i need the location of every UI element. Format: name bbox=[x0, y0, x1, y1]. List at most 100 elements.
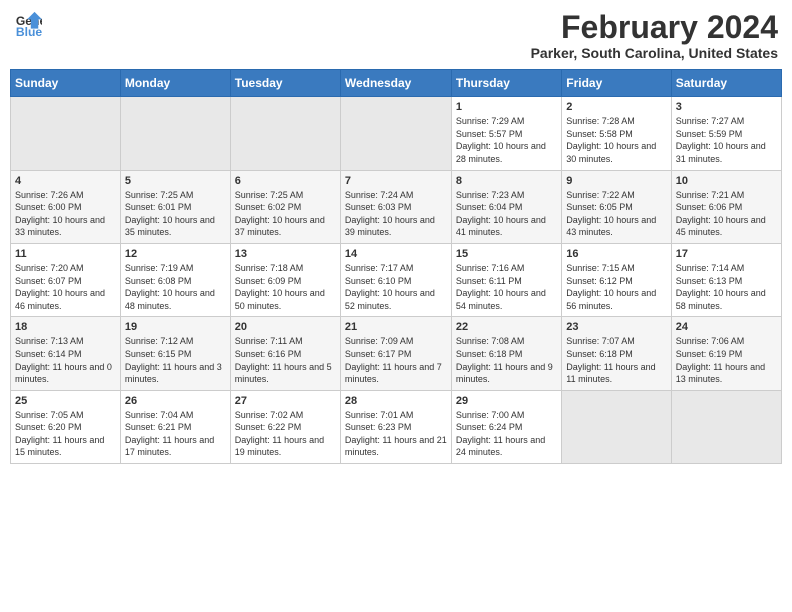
day-number: 25 bbox=[15, 395, 116, 407]
day-info: Sunrise: 7:16 AMSunset: 6:11 PMDaylight:… bbox=[456, 262, 557, 312]
calendar-cell bbox=[671, 390, 781, 463]
weekday-header-saturday: Saturday bbox=[671, 70, 781, 97]
calendar-week-row: 18 Sunrise: 7:13 AMSunset: 6:14 PMDayligh… bbox=[11, 317, 782, 390]
day-info: Sunrise: 7:06 AMSunset: 6:19 PMDaylight:… bbox=[676, 335, 777, 385]
calendar-cell: 4 Sunrise: 7:26 AMSunset: 6:00 PMDaylight… bbox=[11, 170, 121, 243]
calendar-cell: 29 Sunrise: 7:00 AMSunset: 6:24 PMDayligh… bbox=[451, 390, 561, 463]
day-number: 27 bbox=[235, 395, 336, 407]
weekday-header-tuesday: Tuesday bbox=[230, 70, 340, 97]
day-number: 10 bbox=[676, 175, 777, 187]
day-info: Sunrise: 7:01 AMSunset: 6:23 PMDaylight:… bbox=[345, 409, 447, 459]
calendar-cell: 27 Sunrise: 7:02 AMSunset: 6:22 PMDayligh… bbox=[230, 390, 340, 463]
day-number: 29 bbox=[456, 395, 557, 407]
calendar-cell: 22 Sunrise: 7:08 AMSunset: 6:18 PMDayligh… bbox=[451, 317, 561, 390]
day-number: 2 bbox=[566, 101, 666, 113]
day-number: 28 bbox=[345, 395, 447, 407]
weekday-header-row: SundayMondayTuesdayWednesdayThursdayFrid… bbox=[11, 70, 782, 97]
weekday-header-monday: Monday bbox=[120, 70, 230, 97]
day-number: 18 bbox=[15, 321, 116, 333]
weekday-header-wednesday: Wednesday bbox=[340, 70, 451, 97]
day-info: Sunrise: 7:02 AMSunset: 6:22 PMDaylight:… bbox=[235, 409, 336, 459]
day-info: Sunrise: 7:14 AMSunset: 6:13 PMDaylight:… bbox=[676, 262, 777, 312]
calendar-cell: 17 Sunrise: 7:14 AMSunset: 6:13 PMDayligh… bbox=[671, 243, 781, 316]
day-info: Sunrise: 7:28 AMSunset: 5:58 PMDaylight:… bbox=[566, 115, 666, 165]
calendar-cell: 15 Sunrise: 7:16 AMSunset: 6:11 PMDayligh… bbox=[451, 243, 561, 316]
day-info: Sunrise: 7:25 AMSunset: 6:02 PMDaylight:… bbox=[235, 189, 336, 239]
weekday-header-thursday: Thursday bbox=[451, 70, 561, 97]
day-number: 22 bbox=[456, 321, 557, 333]
day-info: Sunrise: 7:00 AMSunset: 6:24 PMDaylight:… bbox=[456, 409, 557, 459]
day-number: 20 bbox=[235, 321, 336, 333]
day-info: Sunrise: 7:12 AMSunset: 6:15 PMDaylight:… bbox=[125, 335, 226, 385]
day-number: 21 bbox=[345, 321, 447, 333]
day-number: 23 bbox=[566, 321, 666, 333]
day-number: 17 bbox=[676, 248, 777, 260]
calendar-week-row: 4 Sunrise: 7:26 AMSunset: 6:00 PMDaylight… bbox=[11, 170, 782, 243]
weekday-header-friday: Friday bbox=[562, 70, 671, 97]
day-info: Sunrise: 7:26 AMSunset: 6:00 PMDaylight:… bbox=[15, 189, 116, 239]
day-number: 1 bbox=[456, 101, 557, 113]
day-info: Sunrise: 7:29 AMSunset: 5:57 PMDaylight:… bbox=[456, 115, 557, 165]
calendar-cell: 10Sunrise: 7:21 AMSunset: 6:06 PMDayligh… bbox=[671, 170, 781, 243]
calendar-cell bbox=[562, 390, 671, 463]
calendar-cell: 23Sunrise: 7:07 AMSunset: 6:18 PMDayligh… bbox=[562, 317, 671, 390]
calendar-cell: 25 Sunrise: 7:05 AMSunset: 6:20 PMDayligh… bbox=[11, 390, 121, 463]
day-info: Sunrise: 7:25 AMSunset: 6:01 PMDaylight:… bbox=[125, 189, 226, 239]
page-subtitle: Parker, South Carolina, United States bbox=[531, 45, 778, 61]
calendar-cell: 9 Sunrise: 7:22 AMSunset: 6:05 PMDaylight… bbox=[562, 170, 671, 243]
day-info: Sunrise: 7:09 AMSunset: 6:17 PMDaylight:… bbox=[345, 335, 447, 385]
calendar-cell: 1 Sunrise: 7:29 AMSunset: 5:57 PMDaylight… bbox=[451, 97, 561, 170]
day-number: 9 bbox=[566, 175, 666, 187]
day-info: Sunrise: 7:13 AMSunset: 6:14 PMDaylight:… bbox=[15, 335, 116, 385]
calendar-cell: 24Sunrise: 7:06 AMSunset: 6:19 PMDayligh… bbox=[671, 317, 781, 390]
day-info: Sunrise: 7:20 AMSunset: 6:07 PMDaylight:… bbox=[15, 262, 116, 312]
calendar-cell: 14 Sunrise: 7:17 AMSunset: 6:10 PMDayligh… bbox=[340, 243, 451, 316]
day-info: Sunrise: 7:08 AMSunset: 6:18 PMDaylight:… bbox=[456, 335, 557, 385]
calendar-week-row: 25 Sunrise: 7:05 AMSunset: 6:20 PMDayligh… bbox=[11, 390, 782, 463]
calendar-cell: 21 Sunrise: 7:09 AMSunset: 6:17 PMDayligh… bbox=[340, 317, 451, 390]
day-number: 5 bbox=[125, 175, 226, 187]
day-number: 19 bbox=[125, 321, 226, 333]
day-number: 6 bbox=[235, 175, 336, 187]
day-number: 13 bbox=[235, 248, 336, 260]
calendar-cell: 18 Sunrise: 7:13 AMSunset: 6:14 PMDayligh… bbox=[11, 317, 121, 390]
calendar-cell: 20Sunrise: 7:11 AMSunset: 6:16 PMDayligh… bbox=[230, 317, 340, 390]
day-info: Sunrise: 7:27 AMSunset: 5:59 PMDaylight:… bbox=[676, 115, 777, 165]
calendar-cell bbox=[11, 97, 121, 170]
day-number: 14 bbox=[345, 248, 447, 260]
calendar-cell: 2 Sunrise: 7:28 AMSunset: 5:58 PMDaylight… bbox=[562, 97, 671, 170]
day-info: Sunrise: 7:22 AMSunset: 6:05 PMDaylight:… bbox=[566, 189, 666, 239]
day-info: Sunrise: 7:23 AMSunset: 6:04 PMDaylight:… bbox=[456, 189, 557, 239]
logo-icon: General Blue bbox=[14, 10, 42, 38]
calendar-cell: 12 Sunrise: 7:19 AMSunset: 6:08 PMDayligh… bbox=[120, 243, 230, 316]
calendar-cell bbox=[120, 97, 230, 170]
calendar-cell: 16Sunrise: 7:15 AMSunset: 6:12 PMDayligh… bbox=[562, 243, 671, 316]
title-area: February 2024 Parker, South Carolina, Un… bbox=[531, 10, 778, 61]
day-number: 3 bbox=[676, 101, 777, 113]
day-info: Sunrise: 7:17 AMSunset: 6:10 PMDaylight:… bbox=[345, 262, 447, 312]
calendar-cell: 3 Sunrise: 7:27 AMSunset: 5:59 PMDaylight… bbox=[671, 97, 781, 170]
calendar-cell bbox=[340, 97, 451, 170]
calendar-cell: 11 Sunrise: 7:20 AMSunset: 6:07 PMDayligh… bbox=[11, 243, 121, 316]
calendar-cell: 28 Sunrise: 7:01 AMSunset: 6:23 PMDayligh… bbox=[340, 390, 451, 463]
day-number: 11 bbox=[15, 248, 116, 260]
calendar-week-row: 11 Sunrise: 7:20 AMSunset: 6:07 PMDayligh… bbox=[11, 243, 782, 316]
day-number: 26 bbox=[125, 395, 226, 407]
day-number: 8 bbox=[456, 175, 557, 187]
calendar-cell bbox=[230, 97, 340, 170]
calendar-week-row: 1 Sunrise: 7:29 AMSunset: 5:57 PMDaylight… bbox=[11, 97, 782, 170]
calendar-cell: 8 Sunrise: 7:23 AMSunset: 6:04 PMDaylight… bbox=[451, 170, 561, 243]
calendar-cell: 6 Sunrise: 7:25 AMSunset: 6:02 PMDaylight… bbox=[230, 170, 340, 243]
day-info: Sunrise: 7:15 AMSunset: 6:12 PMDaylight:… bbox=[566, 262, 666, 312]
day-info: Sunrise: 7:04 AMSunset: 6:21 PMDaylight:… bbox=[125, 409, 226, 459]
day-number: 4 bbox=[15, 175, 116, 187]
day-info: Sunrise: 7:05 AMSunset: 6:20 PMDaylight:… bbox=[15, 409, 116, 459]
day-number: 12 bbox=[125, 248, 226, 260]
calendar-cell: 5 Sunrise: 7:25 AMSunset: 6:01 PMDaylight… bbox=[120, 170, 230, 243]
day-number: 15 bbox=[456, 248, 557, 260]
logo: General Blue bbox=[14, 10, 42, 38]
calendar-table: SundayMondayTuesdayWednesdayThursdayFrid… bbox=[10, 69, 782, 464]
day-info: Sunrise: 7:19 AMSunset: 6:08 PMDaylight:… bbox=[125, 262, 226, 312]
day-info: Sunrise: 7:18 AMSunset: 6:09 PMDaylight:… bbox=[235, 262, 336, 312]
header: General Blue February 2024 Parker, South… bbox=[10, 10, 782, 61]
